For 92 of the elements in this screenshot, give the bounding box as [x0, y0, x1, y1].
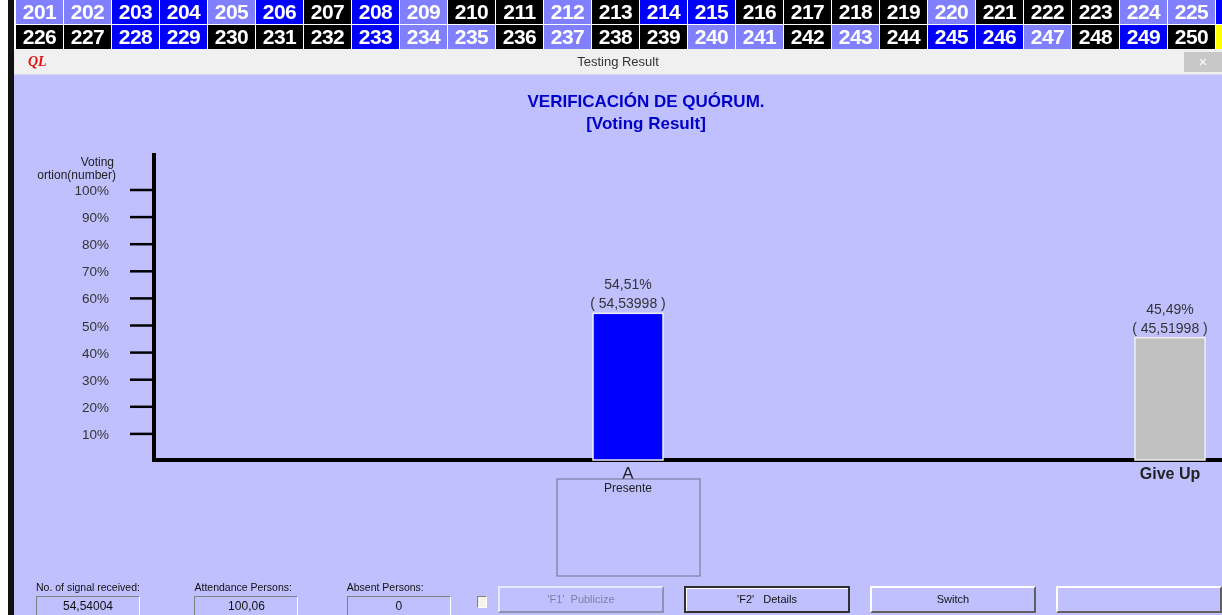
seat-cell: 238 [592, 25, 639, 49]
count-label: ( 54,53998 ) [590, 295, 666, 312]
action-button[interactable]: 'F2' Details [684, 586, 850, 613]
seat-cell: 207 [304, 0, 351, 24]
seat-cell: 239 [640, 25, 687, 49]
tick-mark [130, 242, 154, 246]
seat-cell: 245 [928, 25, 975, 49]
tick-mark [130, 378, 154, 381]
tick-mark [130, 351, 154, 354]
seat-cell: 211 [496, 0, 543, 24]
seat-cell: 215 [688, 0, 735, 24]
seat-cell: 222 [1024, 0, 1071, 24]
app-logo: QL [28, 53, 47, 71]
seat-cell: 242 [784, 25, 831, 49]
seat-cell: 237 [544, 25, 591, 49]
seat-cell: 203 [112, 0, 159, 24]
tick-label: 50% [81, 318, 109, 334]
seat-cell: 223 [1072, 0, 1119, 24]
seat-cell: 247 [1024, 25, 1071, 49]
tick-label: 60% [81, 291, 109, 307]
seat-cell: 233 [352, 25, 399, 49]
category-label: Give Up [1139, 465, 1201, 482]
tick-mark [130, 324, 154, 327]
category-label: A [622, 464, 634, 483]
seat-cell: 213 [592, 0, 639, 24]
value-label: 45,49% [1146, 300, 1194, 317]
seat-cell: 205 [208, 0, 255, 24]
seat-cell: 243 [832, 25, 879, 49]
seat-cell: 210 [448, 0, 495, 24]
stat-field[interactable]: 0 [346, 596, 451, 615]
seat-cell: 201 [16, 0, 63, 24]
seat-cell: 249 [1120, 25, 1167, 49]
seat-cell: 246 [976, 25, 1023, 49]
tick-label: 20% [81, 399, 109, 415]
tick-label: 90% [81, 210, 109, 226]
seat-cell: 234 [400, 25, 447, 49]
value-label: 54,51% [604, 276, 652, 293]
seat-cell: 240 [688, 25, 735, 49]
seat-cell: 228 [112, 25, 159, 49]
stat-field[interactable]: 100,06 [194, 596, 299, 615]
seat-cell: 208 [352, 0, 399, 24]
stat-label: Attendance Persons: [194, 581, 293, 594]
tick-mark [130, 215, 154, 219]
tick-label: 70% [81, 264, 109, 280]
seat-cell: 229 [160, 25, 207, 49]
tick-mark [130, 270, 154, 273]
stat-label: No. of signal received: [36, 581, 141, 594]
seat-cell: 219 [880, 0, 927, 24]
seat-cell: 244 [880, 25, 927, 49]
seat-cell: 226 [16, 25, 63, 49]
seat-cell: 232 [304, 25, 351, 49]
window-title: Testing Result [577, 53, 659, 69]
seat-cell: 227 [64, 25, 111, 49]
seat-cell: 221 [976, 0, 1023, 24]
seat-cell: 202 [64, 0, 111, 24]
seat-cell: 230 [208, 25, 255, 49]
seat-cell: 231 [256, 25, 303, 49]
seat-cell: 250 [1168, 25, 1215, 49]
seat-cell: 218 [832, 0, 879, 24]
seat-cell: 224 [1120, 0, 1167, 24]
seat-cell: 204 [160, 0, 207, 24]
action-button[interactable]: Switch [870, 586, 1036, 613]
tick-label: 30% [81, 372, 109, 388]
tick-label: 80% [81, 237, 109, 253]
seat-cell: 217 [784, 0, 831, 24]
axis-label: Voting ortion(number) [37, 155, 116, 182]
checkbox[interactable] [477, 596, 487, 608]
count-label: ( 45,51998 ) [1132, 319, 1208, 336]
seat-cell: 216 [736, 0, 783, 24]
action-button[interactable] [1056, 586, 1222, 613]
tick-mark [130, 188, 154, 192]
tick-label: 100% [74, 183, 109, 198]
seat-cell: 225 [1168, 0, 1215, 24]
seat-cell: 214 [640, 0, 687, 24]
chart-title: VERIFICACIÓN DE QUÓRUM. [527, 92, 765, 111]
seat-cell: 220 [928, 0, 975, 24]
tick-mark [130, 405, 154, 409]
seat-cell: 212 [544, 0, 591, 24]
tick-mark [130, 432, 154, 436]
seat-cell: 248 [1072, 25, 1119, 49]
seat-cell: 241 [736, 25, 783, 49]
seat-cell: 206 [256, 0, 303, 24]
tick-mark [130, 297, 154, 300]
seat-cell: 236 [496, 25, 543, 49]
stat-label: Absent Persons: [346, 581, 425, 594]
stat-field[interactable]: 54,54004 [36, 596, 140, 615]
chart-subtitle: [Voting Result] [586, 114, 706, 133]
tick-label: 40% [81, 345, 109, 361]
tick-label: 10% [81, 426, 109, 442]
seat-cell: 209 [400, 0, 447, 24]
seat-cell: 235 [448, 25, 495, 49]
legend-label: Presente [604, 481, 652, 495]
